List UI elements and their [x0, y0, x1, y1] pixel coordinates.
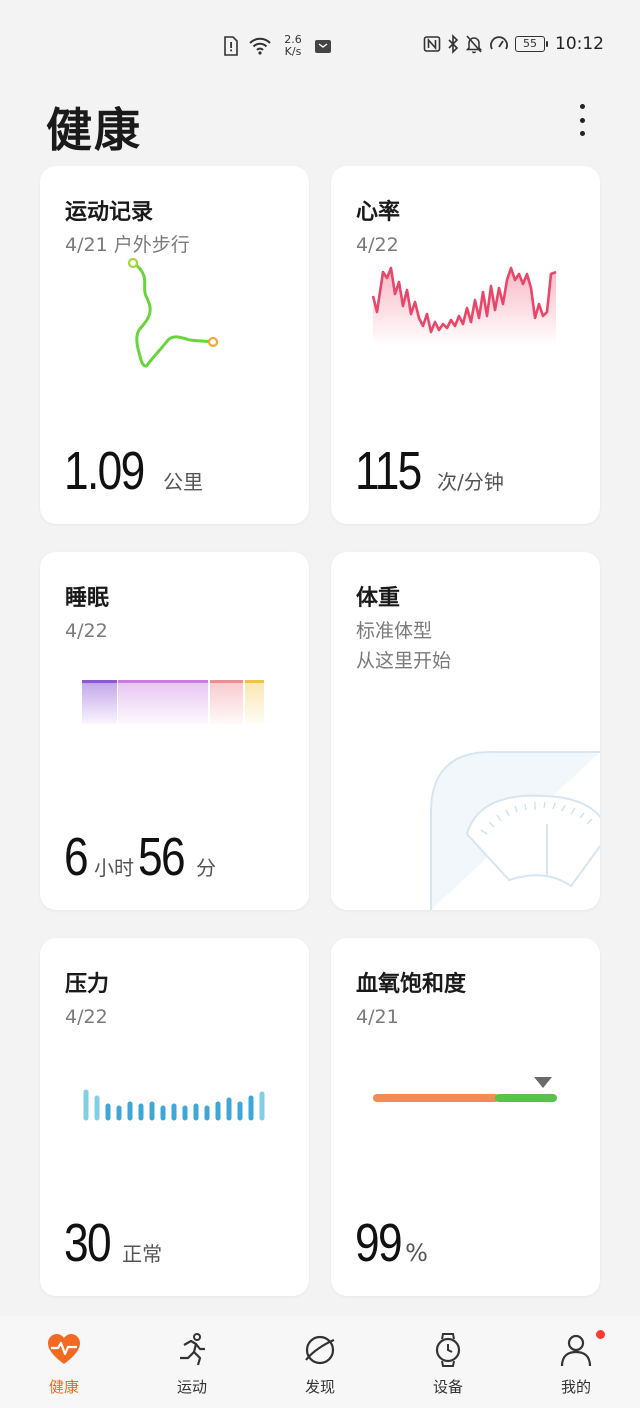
notification-badge	[596, 1330, 605, 1339]
distance-value: 1.09	[64, 441, 145, 501]
more-dot-icon	[579, 131, 585, 136]
tab-devices[interactable]: 设备	[384, 1316, 512, 1408]
sleep-minutes-unit: 分	[196, 856, 217, 880]
stress-card[interactable]: 压力 4/22 30 正常	[40, 938, 309, 1296]
watch-icon	[435, 1333, 461, 1367]
tab-label: 运动	[176, 1378, 207, 1396]
sleep-hours-unit: 小时	[94, 856, 135, 880]
more-dot-icon	[579, 117, 585, 123]
sleep-duration-readout: 6 小时 56 分	[64, 826, 216, 888]
bluetooth-icon	[448, 34, 459, 54]
stress-value: 30	[64, 1213, 112, 1273]
status-time: 10:12	[555, 34, 604, 54]
tab-label: 健康	[48, 1378, 79, 1396]
sim-alert-icon	[224, 36, 238, 56]
speedometer-icon	[490, 36, 508, 50]
heart-rate-readout: 115 次/分钟	[355, 440, 504, 502]
blood-oxygen-card[interactable]: 血氧饱和度 4/21 99 %	[331, 938, 600, 1296]
stress-level: 正常	[122, 1242, 163, 1266]
weight-card[interactable]: 体重 标准体型 从这里开始	[331, 552, 600, 910]
distance-unit: 公里	[163, 470, 204, 494]
person-icon	[560, 1334, 592, 1367]
network-speed: 2.6 K/s	[280, 34, 306, 58]
tab-health[interactable]: 健康	[0, 1316, 128, 1408]
spo2-unit: %	[405, 1239, 428, 1267]
nfc-icon	[423, 36, 441, 52]
spo2-value: 99	[355, 1213, 403, 1273]
heart-pulse-icon	[48, 1334, 80, 1364]
mute-bell-icon	[465, 35, 483, 54]
status-right: 55 10:12	[423, 34, 604, 54]
route-end-icon	[207, 336, 219, 348]
spo2-marker-icon	[534, 1077, 552, 1088]
more-dot-icon	[579, 104, 585, 109]
more-options-button[interactable]	[570, 100, 594, 140]
sleep-minutes-value: 56	[138, 827, 186, 887]
bottom-tab-bar: 健康 运动 发现 设备 我的	[0, 1316, 640, 1408]
network-speed-unit: K/s	[284, 45, 302, 58]
tab-label: 设备	[432, 1378, 463, 1396]
spo2-readout: 99 %	[355, 1212, 428, 1274]
tab-label: 我的	[560, 1378, 591, 1396]
status-center: 2.6 K/s	[222, 34, 332, 58]
tab-exercise[interactable]: 运动	[128, 1316, 256, 1408]
battery-indicator: 55	[515, 36, 548, 52]
tab-discover[interactable]: 发现	[256, 1316, 384, 1408]
page-title: 健康	[46, 103, 142, 157]
exercise-record-card[interactable]: 运动记录 4/21 户外步行 1.09 公里	[40, 166, 309, 524]
tab-me[interactable]: 我的	[512, 1316, 640, 1408]
heart-rate-value: 115	[355, 441, 422, 501]
heart-rate-unit: 次/分钟	[437, 470, 504, 494]
running-icon	[180, 1333, 205, 1366]
distance-readout: 1.09 公里	[64, 440, 203, 502]
status-bar: 2.6 K/s 55 10:12	[0, 0, 640, 92]
sleep-card[interactable]: 睡眠 4/22 6 小时 56 分	[40, 552, 309, 910]
wifi-icon	[249, 37, 271, 55]
planet-icon	[305, 1335, 335, 1365]
stress-readout: 30 正常	[64, 1212, 162, 1274]
tab-label: 发现	[304, 1378, 335, 1396]
scale-icon	[430, 751, 600, 910]
heart-rate-card[interactable]: 心率 4/22 115 次/分钟	[331, 166, 600, 524]
sleep-hours-value: 6	[64, 827, 89, 887]
route-start-icon	[127, 257, 139, 269]
app-notification-icon	[315, 40, 331, 53]
